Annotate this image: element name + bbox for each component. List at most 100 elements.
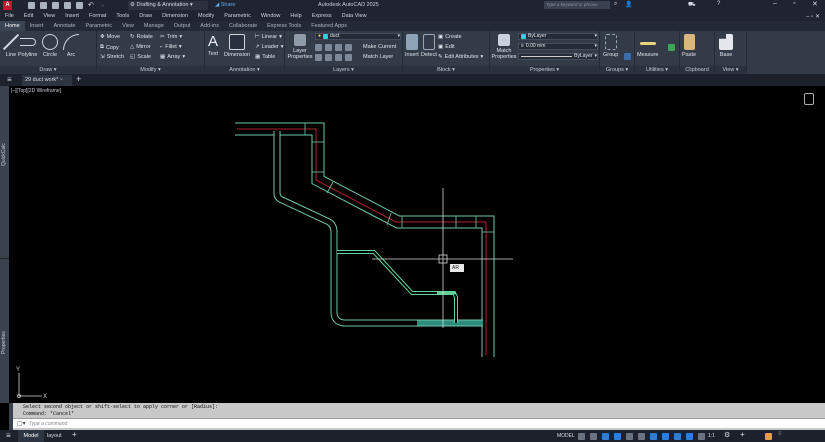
dimension-button[interactable]: Dimension (224, 34, 250, 58)
command-input[interactable]: ▢▾ Type a command (13, 418, 825, 428)
tab-add-ins[interactable]: Add-ins (195, 21, 224, 31)
polyline-button[interactable]: Polyline (18, 34, 37, 58)
crosshair-icon[interactable]: + (740, 430, 745, 439)
restore-icon[interactable]: ▫ (793, 0, 795, 7)
new-tab-icon[interactable]: + (76, 74, 81, 84)
layer-tool-icon[interactable] (315, 44, 322, 51)
layer-tool-icon[interactable] (345, 44, 352, 51)
tab-home[interactable]: Home (0, 21, 25, 31)
redo-icon[interactable]: → (99, 2, 106, 9)
tab-collaborate[interactable]: Collaborate (224, 21, 262, 31)
doc-minimize-icon[interactable]: – ▫ ✕ (801, 11, 825, 21)
menu-icon[interactable]: ≡ (7, 75, 12, 84)
edit-attributes-button[interactable]: ✎ Edit Attributes ▾ (438, 54, 483, 60)
layer-tool-icon[interactable] (325, 54, 332, 61)
layers-panel-label[interactable]: Layers ▾ (285, 66, 402, 74)
isodraft-icon[interactable] (638, 433, 645, 440)
navigation-bar[interactable] (804, 93, 814, 105)
plot-icon[interactable] (64, 2, 71, 9)
layer-properties-button[interactable]: Layer Properties (287, 34, 313, 60)
linear-button[interactable]: ⊢ Linear ▾ (255, 34, 282, 40)
mirror-button[interactable]: △ Mirror (130, 44, 151, 50)
quickcalc-palette-tab[interactable]: QuickCalc (1, 143, 7, 166)
doc-tab-active[interactable]: 29 duct work* × (22, 75, 72, 86)
menu-express[interactable]: Express (307, 11, 337, 21)
match-properties-button[interactable]: Match Properties (491, 34, 517, 60)
tab-featured-apps[interactable]: Featured Apps (306, 21, 352, 31)
infer-constraints-icon[interactable] (602, 433, 609, 440)
help-icon[interactable]: ? (717, 1, 720, 7)
minimize-icon[interactable]: – (773, 0, 777, 7)
customization-icon[interactable]: ≡ (778, 431, 782, 437)
ortho-icon[interactable] (614, 433, 621, 440)
draw-panel-label[interactable]: Draw ▾ (0, 66, 96, 74)
make-current-button[interactable]: Make Current (363, 44, 396, 50)
gear-icon[interactable]: ⚙ (724, 431, 730, 439)
annotation-visibility-icon[interactable] (686, 433, 693, 440)
circle-button[interactable]: Circle (42, 34, 58, 58)
match-layer-button[interactable]: Match Layer (363, 54, 393, 60)
tab-model[interactable]: Model (18, 430, 44, 442)
layer-tool-icon[interactable] (345, 54, 352, 61)
menu-data-view[interactable]: Data View (337, 11, 372, 21)
cart-icon[interactable]: ⛟ (688, 1, 696, 9)
lineweight-icon[interactable] (674, 433, 681, 440)
trim-button[interactable]: ✂ Trim ▾ (160, 34, 182, 40)
fillet-button[interactable]: ⌐ Fillet ▾ (160, 44, 182, 50)
polar-icon[interactable] (626, 433, 633, 440)
menu-file[interactable]: File (0, 11, 19, 21)
workspace-dropdown[interactable]: ⚙ Drafting & Annotation ▾ (128, 1, 208, 10)
command-prompt-icon[interactable]: ▢▾ (17, 420, 26, 427)
menu-edit[interactable]: Edit (19, 11, 38, 21)
share-button[interactable]: ◢ Share (215, 2, 235, 8)
tab-view[interactable]: View (117, 21, 139, 31)
group-select-icon[interactable] (624, 53, 631, 60)
menu-insert[interactable]: Insert (60, 11, 84, 21)
app-logo[interactable]: A (3, 1, 12, 10)
model-space-button[interactable]: MODEL (557, 430, 575, 442)
menu-modify[interactable]: Modify (193, 11, 219, 21)
move-button[interactable]: ✥ Move (100, 34, 120, 40)
stretch-button[interactable]: ⇲ Stretch (100, 54, 124, 60)
isolate-objects-icon[interactable] (765, 433, 772, 440)
layout-menu-icon[interactable]: ≡ (6, 431, 11, 440)
menu-format[interactable]: Format (84, 11, 111, 21)
menu-tools[interactable]: Tools (111, 11, 134, 21)
search-icon[interactable]: ⌕ (614, 1, 617, 8)
tab-parametric[interactable]: Parametric (80, 21, 117, 31)
rotate-button[interactable]: ↻ Rotate (130, 34, 153, 40)
array-button[interactable]: ▦ Array ▾ (160, 54, 185, 60)
layer-dropdown[interactable]: ● duct ▾ (315, 33, 401, 40)
modify-panel-label[interactable]: Modify ▾ (97, 66, 204, 74)
save-as-icon[interactable] (52, 2, 59, 9)
save-icon[interactable] (40, 2, 47, 9)
object-snap-tracking-icon[interactable] (650, 433, 657, 440)
detect-button[interactable]: Detect (421, 34, 437, 58)
layer-tool-icon[interactable] (335, 54, 342, 61)
scale-button[interactable]: ◱ Scale (130, 54, 151, 60)
text-button[interactable]: A Text (208, 33, 218, 57)
layer-tool-icon[interactable] (315, 54, 322, 61)
groups-panel-label[interactable]: Groups ▾ (600, 66, 634, 74)
lineweight-dropdown[interactable]: ≡ 0.00 mm ▾ (518, 43, 598, 50)
utilities-panel-label[interactable]: Utilities ▾ (635, 66, 679, 74)
menu-dimension[interactable]: Dimension (157, 11, 193, 21)
layer-tool-icon[interactable] (325, 44, 332, 51)
menu-draw[interactable]: Draw (134, 11, 157, 21)
table-button[interactable]: ▦ Table (255, 54, 275, 60)
group-button[interactable]: Group (603, 34, 618, 58)
menu-window[interactable]: Window (256, 11, 286, 21)
close-tab-icon[interactable]: × (60, 77, 63, 83)
base-button[interactable]: Base (719, 34, 733, 58)
print-icon[interactable] (76, 2, 83, 9)
tab-manage[interactable]: Manage (139, 21, 169, 31)
linetype-dropdown[interactable]: ByLayer ▾ (518, 53, 598, 60)
properties-panel-label[interactable]: Properties ▾ (490, 66, 599, 74)
search-input[interactable]: Type a keyword or phrase (544, 1, 610, 9)
menu-parametric[interactable]: Parametric (219, 11, 256, 21)
autoscale-icon[interactable] (698, 433, 705, 440)
close-icon[interactable]: ✕ (812, 0, 818, 8)
tab-annotate[interactable]: Annotate (48, 21, 80, 31)
line-button[interactable]: Line (3, 34, 19, 58)
view-panel-label[interactable]: View ▾ (715, 66, 746, 74)
